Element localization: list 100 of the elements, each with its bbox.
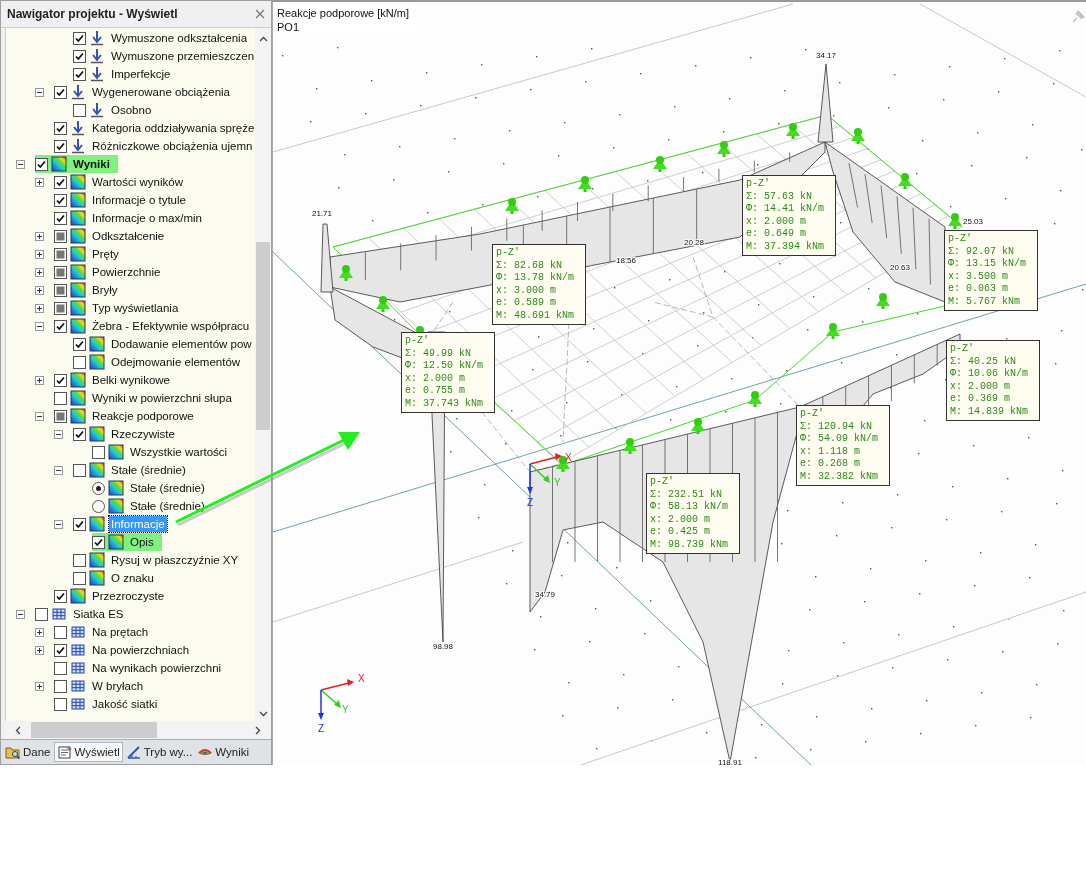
- scroll-left-icon[interactable]: [15, 725, 21, 735]
- checkbox[interactable]: [54, 391, 67, 405]
- highlighted-tree-item[interactable]: Wyniki: [35, 155, 118, 173]
- vertical-scrollbar[interactable]: [255, 28, 271, 721]
- tree-item-label[interactable]: Informacje o max/min: [90, 210, 204, 226]
- panel-tab[interactable]: Wyświetl: [53, 742, 123, 762]
- checkbox[interactable]: [54, 175, 67, 189]
- tree-item-label[interactable]: Wartości wyników: [90, 174, 185, 190]
- tree-item-label[interactable]: Jakość siatki: [90, 696, 160, 712]
- checkbox[interactable]: [54, 679, 67, 693]
- checkbox[interactable]: [54, 229, 67, 243]
- tree-item-label[interactable]: Imperfekcje: [109, 66, 173, 82]
- tree-item-label[interactable]: O znaku: [109, 570, 156, 586]
- expand-icon[interactable]: [34, 285, 44, 295]
- close-icon[interactable]: [255, 9, 265, 19]
- tree-item-label[interactable]: Wyniki: [71, 156, 112, 172]
- tree-item-label[interactable]: Wyniki w powierzchni słupa: [90, 390, 234, 406]
- checkbox[interactable]: [73, 553, 86, 567]
- checkbox[interactable]: [73, 337, 86, 351]
- checkbox[interactable]: [73, 49, 86, 63]
- checkbox[interactable]: [54, 265, 67, 279]
- checkbox[interactable]: [92, 535, 105, 549]
- tree-item-label[interactable]: Reakcje podporowe: [90, 408, 196, 424]
- tree-item-label[interactable]: Pręty: [90, 246, 121, 262]
- checkbox[interactable]: [54, 193, 67, 207]
- tree-item-label[interactable]: Informacje o tytule: [90, 192, 188, 208]
- tree-item-label[interactable]: Rzeczywiste: [109, 426, 177, 442]
- tree-item-label[interactable]: Przezroczyste: [90, 588, 167, 604]
- scrollbar-thumb[interactable]: [256, 242, 270, 430]
- tree-item-label[interactable]: Na wynikach powierzchni: [90, 660, 224, 676]
- tree-item-label[interactable]: Kategoria oddziaływania spręże: [90, 120, 257, 136]
- checkbox[interactable]: [54, 211, 67, 225]
- tree-item-label[interactable]: Opis: [128, 534, 156, 550]
- collapse-icon[interactable]: [34, 87, 44, 97]
- checkbox[interactable]: [54, 409, 67, 423]
- checkbox[interactable]: [73, 355, 86, 369]
- collapse-icon[interactable]: [53, 465, 63, 475]
- checkbox[interactable]: [54, 247, 67, 261]
- checkbox[interactable]: [92, 445, 105, 459]
- tree-item-label[interactable]: Powierzchnie: [90, 264, 163, 280]
- tree-item-label[interactable]: Wszystkie wartości: [128, 444, 230, 460]
- expand-icon[interactable]: [34, 303, 44, 313]
- expand-icon[interactable]: [34, 249, 44, 259]
- tree-item-label[interactable]: W bryłach: [90, 678, 146, 694]
- collapse-icon[interactable]: [34, 321, 44, 331]
- tree-item-label[interactable]: Osobno: [109, 102, 154, 118]
- collapse-icon[interactable]: [53, 429, 63, 439]
- tree-item-label[interactable]: Na powierzchniach: [90, 642, 192, 658]
- tree-item-label[interactable]: Różniczkowe obciążenia ujemn: [90, 138, 255, 154]
- expand-icon[interactable]: [34, 267, 44, 277]
- checkbox[interactable]: [73, 103, 86, 117]
- tree-item-label[interactable]: Odejmowanie elementów: [109, 354, 243, 370]
- checkbox[interactable]: [54, 85, 67, 99]
- tree-item-label[interactable]: Bryły: [90, 282, 120, 298]
- checkbox[interactable]: [73, 31, 86, 45]
- checkbox[interactable]: [54, 373, 67, 387]
- radio-button[interactable]: [92, 499, 105, 513]
- checkbox[interactable]: [73, 427, 86, 441]
- checkbox[interactable]: [73, 571, 86, 585]
- checkbox[interactable]: [73, 463, 86, 477]
- checkbox[interactable]: [54, 589, 67, 603]
- checkbox[interactable]: [54, 283, 67, 297]
- radio-button[interactable]: [92, 481, 105, 495]
- tree-item-label[interactable]: Rysuj w płaszczyźnie XY: [109, 552, 241, 568]
- tree-item-label[interactable]: Siatka ES: [71, 606, 126, 622]
- panel-tab[interactable]: Dane: [3, 742, 53, 762]
- tree-item-label[interactable]: Odkształcenie: [90, 228, 167, 244]
- checkbox[interactable]: [73, 67, 86, 81]
- tree-item-label[interactable]: Stałe (średnie): [128, 480, 207, 496]
- highlighted-tree-item[interactable]: Opis: [92, 533, 162, 551]
- collapse-icon[interactable]: [15, 609, 25, 619]
- tree-item-label[interactable]: Żebra - Efektywnie współpracu: [90, 318, 252, 334]
- collapse-icon[interactable]: [34, 411, 44, 421]
- panel-tab[interactable]: Wyniki: [195, 742, 252, 762]
- checkbox[interactable]: [54, 643, 67, 657]
- tree-item-label[interactable]: Na prętach: [90, 624, 151, 640]
- scroll-up-icon[interactable]: [258, 36, 268, 42]
- scrollbar-thumb[interactable]: [31, 722, 157, 738]
- scroll-right-icon[interactable]: [255, 725, 261, 735]
- checkbox[interactable]: [54, 697, 67, 711]
- tree-item-label[interactable]: Belki wynikowe: [90, 372, 172, 388]
- tree-item-label[interactable]: Wymuszone odkształcenia: [109, 30, 250, 46]
- tree-item-label[interactable]: Stałe (średnie): [128, 498, 207, 514]
- scroll-down-icon[interactable]: [258, 711, 268, 717]
- checkbox[interactable]: [54, 121, 67, 135]
- expand-icon[interactable]: [34, 231, 44, 241]
- checkbox[interactable]: [54, 625, 67, 639]
- collapse-icon[interactable]: [53, 519, 63, 529]
- tree-item-label[interactable]: Typ wyświetlania: [90, 300, 181, 316]
- collapse-icon[interactable]: [15, 159, 25, 169]
- tree-item-label[interactable]: Wymuszone przemieszczen: [109, 48, 257, 64]
- expand-icon[interactable]: [34, 645, 44, 655]
- panel-tab[interactable]: Tryb wy...: [123, 742, 195, 762]
- checkbox[interactable]: [35, 607, 48, 621]
- expand-icon[interactable]: [34, 627, 44, 637]
- expand-icon[interactable]: [34, 177, 44, 187]
- checkbox[interactable]: [54, 319, 67, 333]
- checkbox[interactable]: [54, 661, 67, 675]
- checkbox[interactable]: [54, 301, 67, 315]
- expand-icon[interactable]: [34, 681, 44, 691]
